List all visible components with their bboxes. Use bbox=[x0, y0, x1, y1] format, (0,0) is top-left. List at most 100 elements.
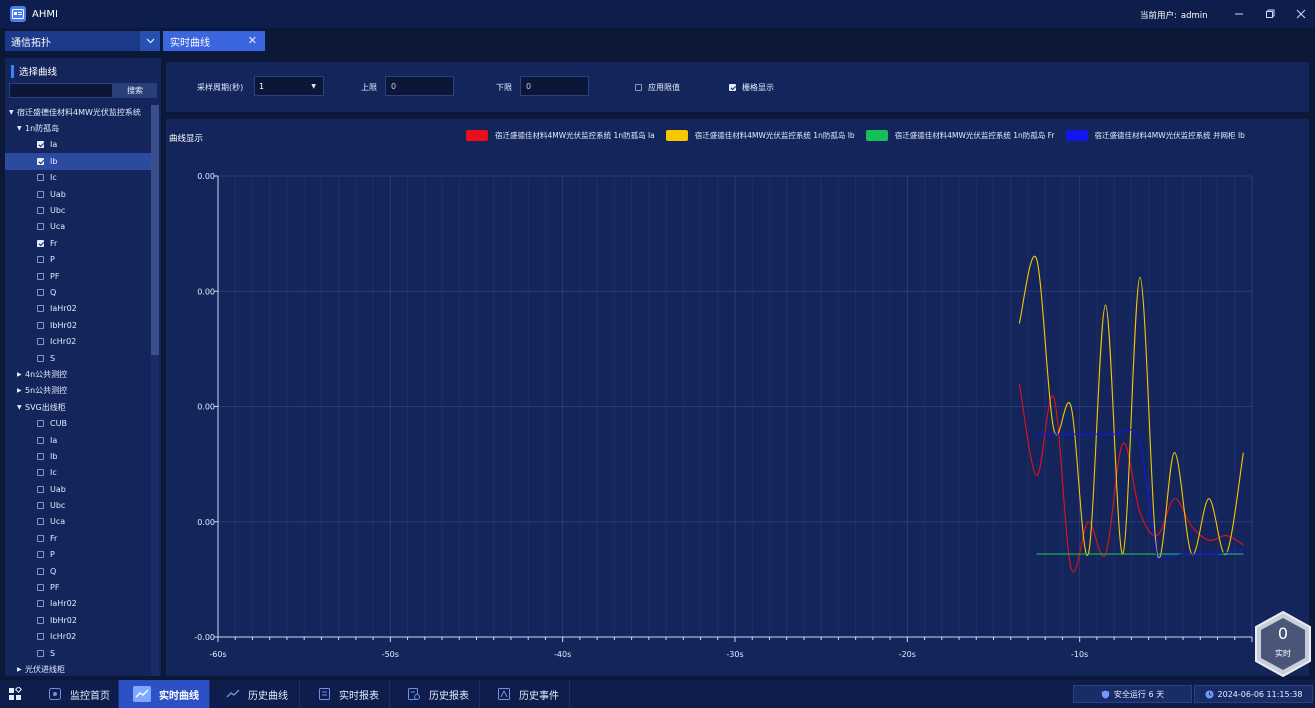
nav-history-curve[interactable]: 历史曲线 bbox=[210, 680, 300, 708]
checkbox-icon[interactable] bbox=[37, 616, 44, 624]
tab-realtime-curve[interactable]: 实时曲线 ✕ bbox=[163, 31, 265, 51]
nav-realtime-report[interactable]: 实时报表 bbox=[300, 680, 390, 708]
tree-item[interactable]: Uab bbox=[5, 186, 151, 202]
apps-menu-button[interactable] bbox=[0, 680, 30, 708]
tree-item[interactable]: Fr bbox=[5, 235, 151, 251]
tree-item[interactable]: PF bbox=[5, 579, 151, 595]
checkbox-icon[interactable] bbox=[37, 256, 44, 264]
checkbox-icon[interactable] bbox=[37, 272, 44, 280]
tree-item[interactable]: Ubc bbox=[5, 497, 151, 513]
minimize-button[interactable] bbox=[1230, 5, 1248, 23]
checkbox-icon[interactable] bbox=[37, 485, 44, 493]
nav-history-report[interactable]: 历史报表 bbox=[390, 680, 480, 708]
tree-item[interactable]: IcHr02 bbox=[5, 333, 151, 349]
tree-item[interactable]: IbHr02 bbox=[5, 612, 151, 628]
tree-item[interactable]: S bbox=[5, 645, 151, 661]
tree-group[interactable]: ▶ 光伏进线柜 bbox=[5, 661, 151, 676]
checkbox-icon[interactable] bbox=[37, 600, 44, 608]
checkbox-icon[interactable] bbox=[37, 469, 44, 477]
checkbox-icon[interactable] bbox=[37, 223, 44, 231]
checkbox-icon[interactable] bbox=[37, 321, 44, 329]
safe-running-status: 安全运行 6 天 bbox=[1073, 685, 1192, 703]
collapsed-arrow-icon[interactable]: ▶ bbox=[17, 371, 25, 378]
checkbox-icon[interactable] bbox=[37, 157, 44, 165]
expanded-arrow-icon[interactable]: ▼ bbox=[17, 125, 25, 132]
collapsed-arrow-icon[interactable]: ▶ bbox=[17, 666, 25, 673]
checkbox-icon[interactable] bbox=[37, 436, 44, 444]
nav-monitor-home[interactable]: 监控首页 bbox=[30, 680, 119, 708]
search-button[interactable]: 搜索 bbox=[113, 83, 157, 98]
tree-item[interactable]: Ib bbox=[5, 153, 151, 170]
checkbox-icon[interactable] bbox=[37, 518, 44, 526]
tree-item[interactable]: PF bbox=[5, 268, 151, 284]
checkbox-icon[interactable] bbox=[37, 141, 44, 149]
tree-item[interactable]: IbHr02 bbox=[5, 317, 151, 333]
tree-item[interactable]: P bbox=[5, 547, 151, 563]
datetime-status: 2024-06-06 11:15:38 bbox=[1194, 685, 1313, 703]
tree-scrollbar[interactable] bbox=[151, 105, 159, 676]
restore-button[interactable] bbox=[1261, 5, 1279, 23]
tree-group[interactable]: ▼ SVG出线柜 bbox=[5, 399, 151, 415]
checkbox-icon[interactable] bbox=[37, 174, 44, 182]
nav-realtime-curve[interactable]: 实时曲线 bbox=[119, 680, 210, 708]
checkbox-icon[interactable] bbox=[37, 584, 44, 592]
tree-item[interactable]: Ic bbox=[5, 170, 151, 186]
tree-item[interactable]: Q bbox=[5, 563, 151, 579]
checkbox-icon[interactable] bbox=[37, 354, 44, 362]
tree-item[interactable]: Uab bbox=[5, 481, 151, 497]
checkbox-icon[interactable] bbox=[37, 452, 44, 460]
history-report-icon bbox=[407, 687, 421, 701]
checkbox-icon[interactable] bbox=[37, 288, 44, 296]
tree-item[interactable]: Ib bbox=[5, 448, 151, 464]
realtime-badge[interactable]: 0 实时 bbox=[1253, 610, 1313, 678]
checkbox-icon[interactable] bbox=[37, 420, 44, 428]
upper-limit-input[interactable]: 0 bbox=[385, 76, 454, 96]
tree-item[interactable]: Ia bbox=[5, 137, 151, 153]
checkbox-icon[interactable] bbox=[37, 534, 44, 542]
tree-item[interactable]: S bbox=[5, 350, 151, 366]
nav-history-events[interactable]: 历史事件 bbox=[480, 680, 570, 708]
checkbox-icon[interactable] bbox=[37, 239, 44, 247]
checkbox-icon[interactable] bbox=[37, 567, 44, 575]
tab-close-icon[interactable]: ✕ bbox=[248, 34, 257, 47]
grid-display-checkbox[interactable]: 栅格显示 bbox=[729, 82, 774, 93]
checkbox-icon[interactable] bbox=[37, 338, 44, 346]
lower-limit-input[interactable]: 0 bbox=[520, 76, 589, 96]
tree-group[interactable]: ▼ 1n防孤岛 bbox=[5, 120, 151, 136]
search-input[interactable] bbox=[9, 83, 113, 98]
tree-label: IcHr02 bbox=[50, 632, 77, 642]
checkbox-icon[interactable] bbox=[37, 190, 44, 198]
checkbox-icon[interactable] bbox=[37, 305, 44, 313]
collapsed-arrow-icon[interactable]: ▶ bbox=[17, 387, 25, 394]
tree-item[interactable]: Ic bbox=[5, 465, 151, 481]
close-button[interactable] bbox=[1292, 5, 1310, 23]
tree-group[interactable]: ▶ 4n公共测控 bbox=[5, 366, 151, 382]
checkbox-icon[interactable] bbox=[37, 633, 44, 641]
chevron-down-icon[interactable] bbox=[140, 31, 160, 51]
tree-item[interactable]: Q bbox=[5, 284, 151, 300]
tree-item[interactable]: P bbox=[5, 252, 151, 268]
tree-label: 宿迁盛德佳材料4MW光伏监控系统 bbox=[17, 107, 141, 117]
expanded-arrow-icon[interactable]: ▼ bbox=[17, 404, 25, 411]
checkbox-icon[interactable] bbox=[37, 551, 44, 559]
period-select[interactable]: 1 ▼ bbox=[254, 76, 324, 96]
tree-item[interactable]: IcHr02 bbox=[5, 629, 151, 645]
tree-item[interactable]: IaHr02 bbox=[5, 301, 151, 317]
tree-item[interactable]: Ubc bbox=[5, 202, 151, 218]
tree-item[interactable]: Uca bbox=[5, 514, 151, 530]
tree-item[interactable]: Fr bbox=[5, 530, 151, 546]
scrollbar-thumb[interactable] bbox=[151, 105, 159, 355]
checkbox-icon[interactable] bbox=[37, 649, 44, 657]
tree-group[interactable]: ▶ 5n公共测控 bbox=[5, 383, 151, 399]
apply-limit-checkbox[interactable]: 应用限值 bbox=[635, 82, 680, 93]
tree-group[interactable]: ▼ 宿迁盛德佳材料4MW光伏监控系统 bbox=[5, 104, 151, 120]
tree-item[interactable]: IaHr02 bbox=[5, 596, 151, 612]
tree-item[interactable]: Ia bbox=[5, 432, 151, 448]
tree-item[interactable]: Uca bbox=[5, 219, 151, 235]
topology-dropdown[interactable]: 通信拓扑 bbox=[5, 31, 160, 51]
checkbox-icon[interactable] bbox=[37, 207, 44, 215]
realtime-line-chart[interactable]: 0.00 0.00 0.00 0.00 -0.00 -60s -50s -40s -30s -20… bbox=[166, 119, 1309, 676]
expanded-arrow-icon[interactable]: ▼ bbox=[9, 109, 17, 116]
tree-item[interactable]: CUB bbox=[5, 415, 151, 431]
checkbox-icon[interactable] bbox=[37, 502, 44, 510]
